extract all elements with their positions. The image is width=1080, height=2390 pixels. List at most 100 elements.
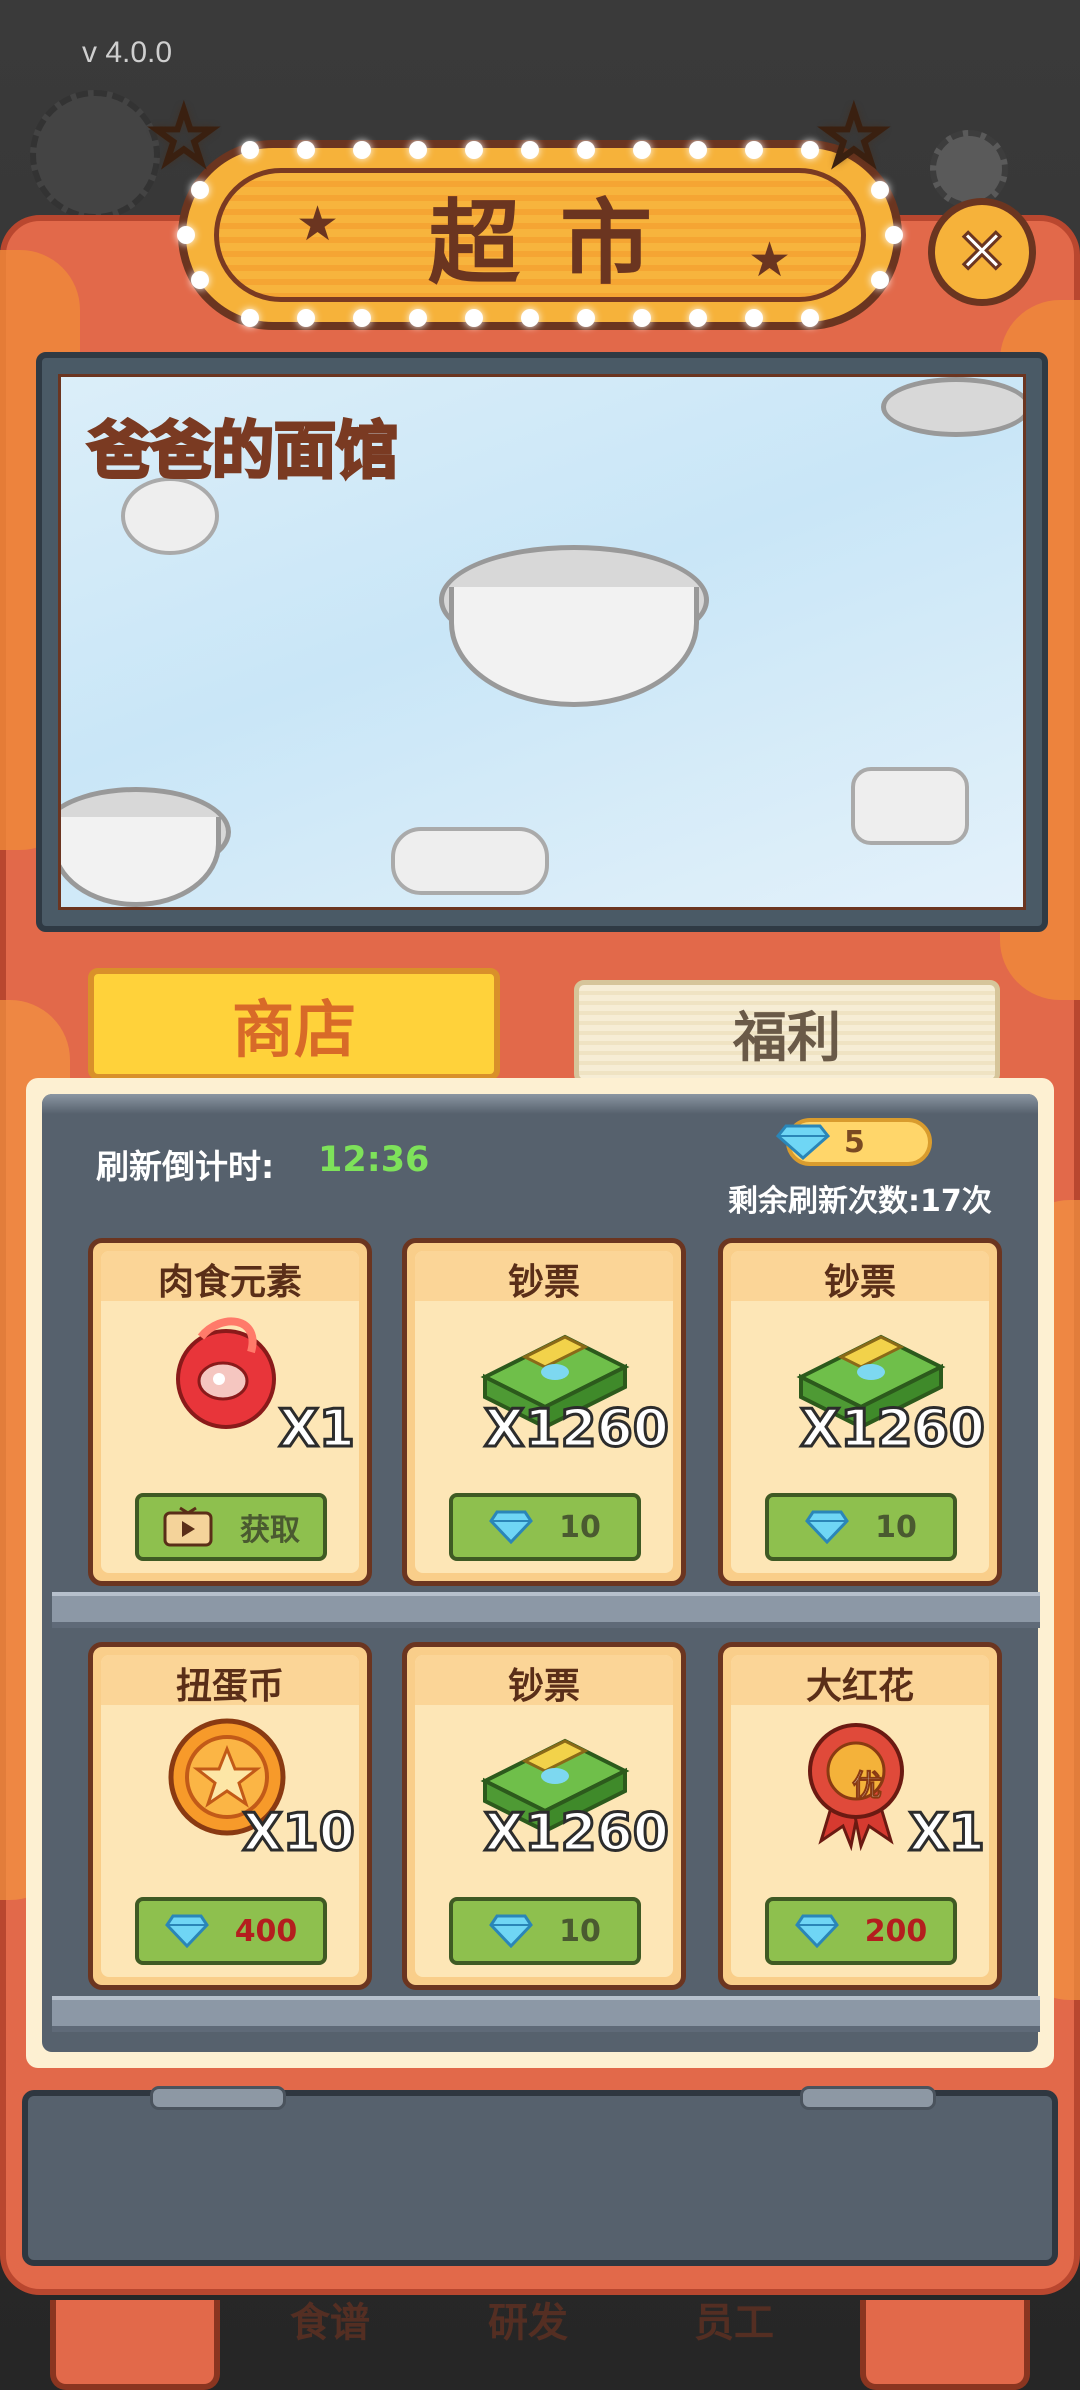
cabinet-leg (860, 2300, 1030, 2390)
diamond-icon (776, 1124, 830, 1160)
nav-recipes[interactable]: 食谱 (290, 2290, 370, 2348)
marquee-bulb (241, 141, 259, 159)
diamond-icon (794, 1914, 839, 1948)
item-quantity: X10 (241, 1802, 356, 1865)
marquee-bulb (633, 309, 651, 327)
restaurant-emblem-icon (30, 90, 160, 220)
shelf-plank (52, 1996, 1040, 2032)
marquee-bulb (745, 309, 763, 327)
marquee-bulb (409, 309, 427, 327)
marquee-bulb (745, 141, 763, 159)
shop-item-card[interactable]: 扭蛋币 X10 400 (88, 1642, 372, 1990)
refresh-countdown-label: 刷新倒计时: (96, 1147, 275, 1186)
marquee-bulb (577, 309, 595, 327)
buy-with-gems-button[interactable]: 10 (449, 1897, 641, 1965)
scallion-icon (391, 827, 549, 895)
shelf-plank (52, 1592, 1040, 1628)
shop-item-card[interactable]: 钞票 X1260 10 (718, 1238, 1002, 1586)
marquee-bulb (689, 309, 707, 327)
marquee-bulb (801, 141, 819, 159)
shelf-knob (150, 2086, 286, 2110)
video-ad-icon (163, 1506, 213, 1547)
close-icon: ✕ (955, 215, 1010, 288)
item-quantity: X1260 (483, 1398, 671, 1461)
watch-ad-button[interactable]: 获取 (135, 1493, 327, 1561)
item-title: 钞票 (823, 1262, 896, 1303)
gem-balance: 5 (776, 1118, 932, 1166)
buy-with-gems-button[interactable]: 200 (765, 1897, 957, 1965)
marquee-bulb (191, 271, 209, 289)
shop-item-card[interactable]: 钞票 X1260 10 (402, 1642, 686, 1990)
marquee-bulb (465, 309, 483, 327)
item-quantity: X1 (277, 1398, 356, 1461)
item-title: 扭蛋币 (175, 1666, 284, 1707)
button-label: 获取 (240, 1513, 300, 1548)
diamond-icon (805, 1510, 850, 1544)
marquee-bulb (241, 309, 259, 327)
bottom-shelf-panel (22, 2090, 1058, 2266)
marquee-bulb (885, 226, 903, 244)
shop-item-card[interactable]: 钞票 X1260 10 (402, 1238, 686, 1586)
price-label: 200 (864, 1913, 928, 1949)
vegetable-icon (851, 767, 969, 845)
item-quantity: X1260 (799, 1398, 987, 1461)
item-title: 钞票 (507, 1666, 580, 1707)
diamond-icon (489, 1510, 534, 1544)
marquee-bulb (297, 141, 315, 159)
shop-item-card[interactable]: 大红花优 X1 200 (718, 1642, 1002, 1990)
price-label: 10 (559, 1913, 601, 1949)
marquee-bulb (465, 141, 483, 159)
close-button[interactable]: ✕ (928, 198, 1036, 306)
tab-shop[interactable]: 商店 (88, 968, 500, 1080)
bowl-base (449, 587, 699, 707)
diamond-icon (489, 1914, 534, 1948)
buy-with-gems-button[interactable]: 10 (765, 1493, 957, 1561)
marquee-bulb (177, 226, 195, 244)
price-label: 400 (234, 1913, 298, 1949)
marquee-bulb (871, 181, 889, 199)
game-logo: 爸爸的面馆 (86, 413, 399, 489)
page-title: 超市 (427, 189, 692, 297)
sparkle-star-icon: ☆ (816, 88, 892, 185)
cabinet-leg (50, 2300, 220, 2390)
nav-staff[interactable]: 员工 (694, 2290, 774, 2348)
price-label: 10 (559, 1509, 601, 1545)
settings-gear-icon (930, 130, 1008, 208)
item-title: 大红花 (805, 1666, 914, 1707)
gem-count: 5 (844, 1124, 865, 1160)
tab-shop-label: 商店 (231, 993, 356, 1066)
star-icon: ★ (748, 232, 792, 288)
marquee-bulb (633, 141, 651, 159)
item-title: 肉食元素 (157, 1262, 302, 1303)
diamond-icon (164, 1914, 209, 1948)
marquee-bulb (297, 309, 315, 327)
item-quantity: X1260 (483, 1802, 671, 1865)
item-quantity: X1 (907, 1802, 986, 1865)
bowl-base (61, 817, 221, 907)
marquee-bulb (353, 309, 371, 327)
tab-welfare[interactable]: 福利 (574, 980, 1000, 1084)
marquee-bulb (521, 141, 539, 159)
buy-with-gems-button[interactable]: 400 (135, 1897, 327, 1965)
marquee-bulb (409, 141, 427, 159)
refresh-countdown-time: 12:36 (318, 1140, 430, 1180)
refresh-remaining-count: 剩余刷新次数:17次 (728, 1184, 992, 1219)
star-icon: ★ (296, 196, 340, 252)
marquee-bulb (689, 141, 707, 159)
marquee-bulb (191, 181, 209, 199)
buy-with-gems-button[interactable]: 10 (449, 1493, 641, 1561)
price-label: 10 (875, 1509, 917, 1545)
shelf-knob (800, 2086, 936, 2110)
noodle-bowl-icon (881, 377, 1023, 437)
item-title: 钞票 (507, 1262, 580, 1303)
marquee-bulb (801, 309, 819, 327)
marquee-bulb (871, 271, 889, 289)
version-label: v 4.0.0 (82, 36, 173, 69)
sparkle-star-icon: ☆ (146, 88, 222, 185)
nav-research[interactable]: 研发 (488, 2290, 568, 2348)
shop-item-card[interactable]: 肉食元素 X1 获取 (88, 1238, 372, 1586)
badge-text: 优 (852, 1769, 883, 1805)
marquee-bulb (521, 309, 539, 327)
marquee-bulb (353, 141, 371, 159)
tab-welfare-label: 福利 (733, 1005, 841, 1069)
